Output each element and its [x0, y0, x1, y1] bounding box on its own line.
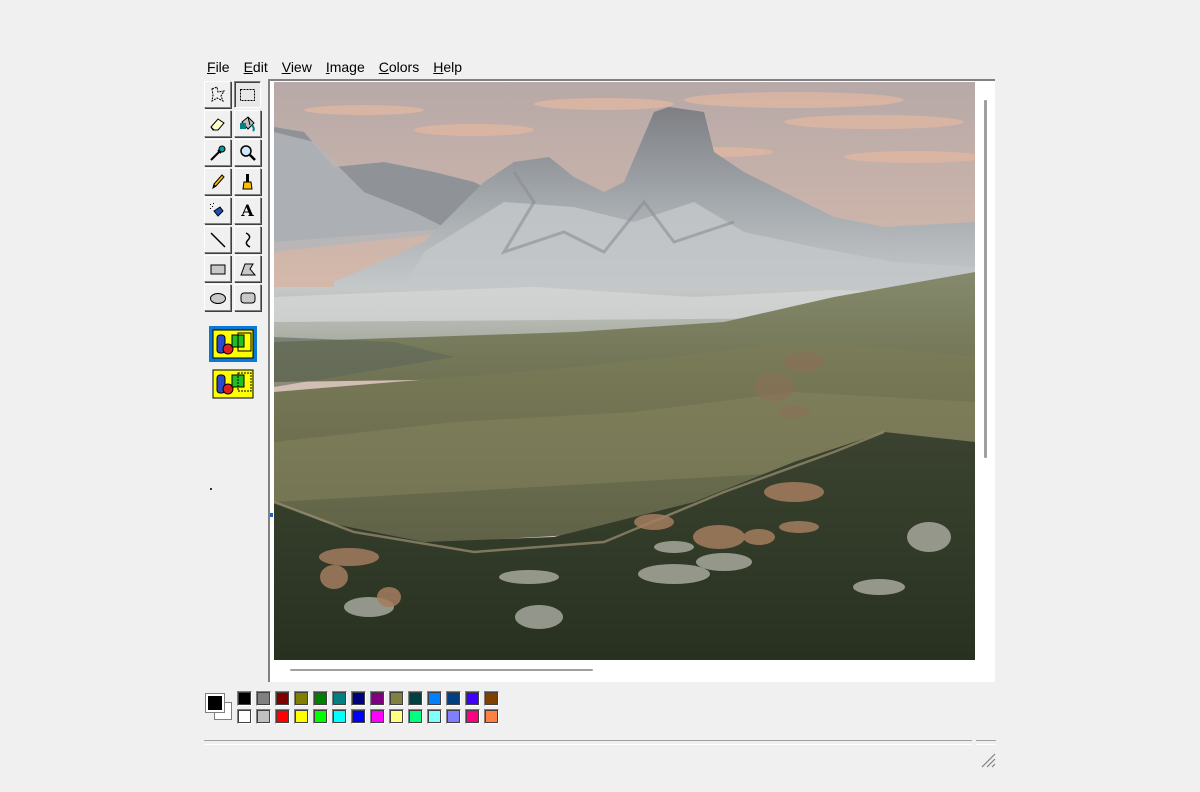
palette-swatch[interactable] [275, 691, 290, 706]
opaque-selection-icon [212, 329, 254, 359]
palette-swatch[interactable] [294, 709, 309, 724]
menu-access-key: C [378, 59, 389, 75]
palette-swatch[interactable] [389, 709, 404, 724]
line-icon [209, 231, 226, 248]
palette-swatch[interactable] [389, 691, 404, 706]
status-divider [976, 740, 996, 745]
ellipse-tool-button[interactable] [204, 284, 231, 311]
curve-icon [245, 231, 250, 248]
palette-swatch[interactable] [427, 709, 442, 724]
menu-access-key: F [207, 59, 216, 75]
menu-label-rest: iew [290, 59, 312, 75]
magnifier-tool-button[interactable] [234, 139, 261, 166]
menu-access-key: V [281, 59, 291, 75]
palette-swatch[interactable] [351, 691, 366, 706]
free-form-select-icon [210, 85, 225, 102]
menu-colors[interactable]: Colors [372, 56, 426, 78]
rectangle-icon [210, 264, 225, 274]
menu-help[interactable]: Help [426, 56, 469, 78]
status-dot [210, 488, 212, 490]
palette-swatch[interactable] [446, 709, 461, 724]
rounded-rectangle-tool-button[interactable] [234, 284, 261, 311]
status-bar [204, 740, 996, 770]
menu-access-key: E [243, 59, 253, 75]
palette-swatch[interactable] [484, 709, 499, 724]
menu-label-rest: dit [252, 59, 268, 75]
airbrush-icon [209, 202, 224, 217]
brush-tool-button[interactable] [234, 168, 261, 195]
text-icon: A [241, 200, 254, 220]
foreground-color-swatch[interactable] [205, 693, 225, 713]
pencil-tool-button[interactable] [204, 168, 231, 195]
palette-swatch[interactable] [294, 691, 309, 706]
menu-image[interactable]: Image [319, 56, 372, 78]
eraser-icon [209, 117, 225, 130]
palette-swatch[interactable] [370, 709, 385, 724]
text-tool-button[interactable]: A [234, 197, 261, 224]
line-tool-button[interactable] [204, 226, 231, 253]
fill-bucket-tool-button[interactable] [234, 110, 261, 137]
menu-label-rest: olors [388, 59, 420, 75]
landscape-painting [274, 82, 975, 660]
polygon-tool-button[interactable] [234, 255, 261, 282]
palette-swatch[interactable] [237, 709, 252, 724]
curve-tool-button[interactable] [234, 226, 261, 253]
menu-edit[interactable]: Edit [237, 56, 275, 78]
palette-swatch[interactable] [408, 691, 423, 706]
horizontal-scrollbar[interactable] [290, 669, 593, 671]
polygon-icon [239, 263, 256, 275]
transparent-selection-icon [212, 369, 254, 399]
status-divider [204, 740, 972, 745]
palette-swatch[interactable] [332, 691, 347, 706]
airbrush-tool-button[interactable] [204, 197, 231, 224]
menu-label-rest: mage [329, 59, 365, 75]
canvas-resize-handle[interactable] [270, 513, 273, 517]
rectangle-select-icon [239, 88, 255, 101]
palette-swatch[interactable] [256, 709, 271, 724]
fill-bucket-icon [239, 115, 255, 132]
color-picker-icon [209, 145, 225, 161]
menu-access-key: H [433, 59, 444, 75]
rectangle-tool-button[interactable] [204, 255, 231, 282]
color-selector[interactable] [204, 690, 234, 722]
menu-bar: File Edit View Image Colors Help [200, 56, 469, 78]
palette-swatch[interactable] [370, 691, 385, 706]
opaque-selection-option[interactable] [209, 326, 257, 362]
palette-swatch[interactable] [256, 691, 271, 706]
palette-swatch[interactable] [332, 709, 347, 724]
magnifier-icon [239, 144, 256, 161]
ellipse-icon [209, 292, 226, 304]
palette-swatch[interactable] [446, 691, 461, 706]
color-picker-tool-button[interactable] [204, 139, 231, 166]
menu-label-rest: ile [215, 59, 230, 75]
transparent-selection-option[interactable] [209, 366, 257, 402]
menu-file[interactable]: File [200, 56, 237, 78]
brush-icon [241, 173, 253, 189]
palette-swatch[interactable] [484, 691, 499, 706]
drawing-canvas[interactable] [274, 82, 975, 660]
palette-swatch[interactable] [465, 709, 480, 724]
color-palette [237, 691, 503, 727]
free-form-select-tool-button[interactable] [204, 81, 231, 108]
palette-swatch[interactable] [237, 691, 252, 706]
palette-swatch[interactable] [275, 709, 290, 724]
palette-swatch[interactable] [351, 709, 366, 724]
rounded-rectangle-icon [240, 292, 255, 303]
palette-swatch[interactable] [427, 691, 442, 706]
vertical-scrollbar[interactable] [984, 100, 987, 458]
palette-swatch[interactable] [408, 709, 423, 724]
menu-view[interactable]: View [275, 56, 319, 78]
menu-label-rest: elp [443, 59, 463, 75]
resize-grip-icon[interactable] [978, 750, 996, 768]
palette-swatch[interactable] [313, 691, 328, 706]
rectangle-select-tool-button[interactable] [234, 81, 261, 108]
pencil-icon [211, 173, 225, 189]
palette-swatch[interactable] [313, 709, 328, 724]
palette-swatch[interactable] [465, 691, 480, 706]
eraser-tool-button[interactable] [204, 110, 231, 137]
